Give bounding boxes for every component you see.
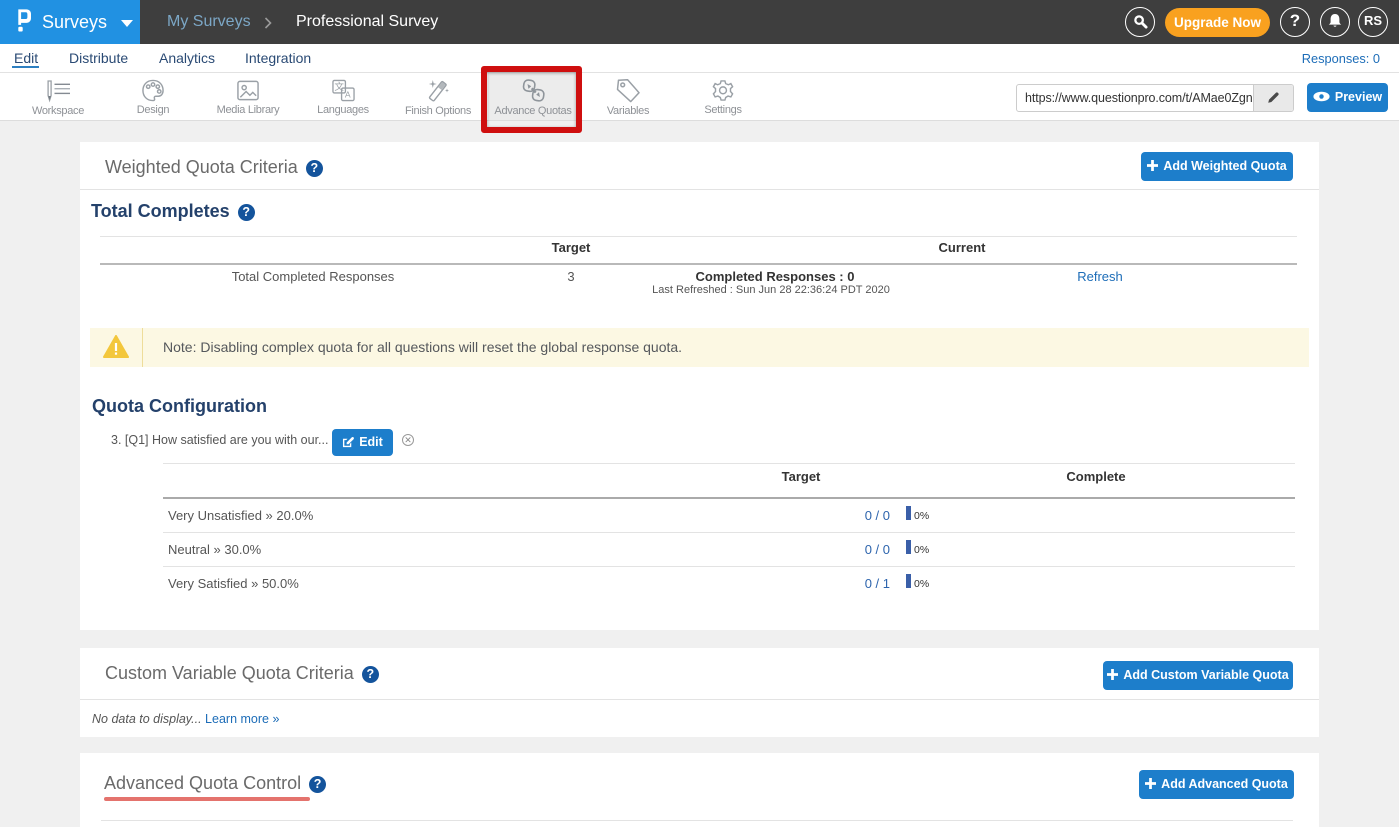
svg-text:文: 文 [334, 81, 344, 93]
svg-text:A: A [344, 90, 350, 100]
